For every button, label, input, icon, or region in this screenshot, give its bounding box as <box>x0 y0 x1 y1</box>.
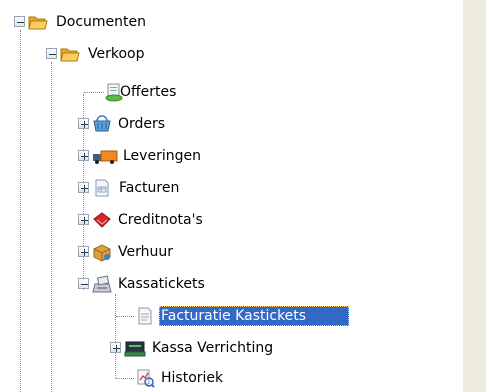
rental-box-icon <box>92 242 112 262</box>
tree-node-orders[interactable]: Orders <box>0 112 230 136</box>
tree-node-label: Kassatickets <box>118 276 205 292</box>
tree-node-label: Verkoop <box>88 46 145 62</box>
expand-toggle[interactable] <box>78 182 89 193</box>
tree-node-verhuur[interactable]: Verhuur <box>0 240 230 264</box>
tree-node-label: Facturatie Kastickets <box>159 306 349 326</box>
expand-toggle[interactable] <box>110 342 121 353</box>
history-chart-icon <box>135 368 155 388</box>
tree-node-leveringen[interactable]: Leveringen <box>0 144 230 168</box>
side-panel <box>463 0 486 392</box>
tree-node-facturen[interactable]: Facturen <box>0 176 230 200</box>
tree-node-facturatie-kastickets[interactable]: Facturatie Kastickets <box>0 304 360 328</box>
tree-node-label: Creditnota's <box>118 212 203 228</box>
collapse-toggle[interactable] <box>46 48 57 59</box>
invoice-document-icon <box>92 178 112 198</box>
credit-note-icon <box>92 210 112 230</box>
tree-node-label: Kassa Verrichting <box>152 340 274 356</box>
tree-node-label: Historiek <box>161 370 224 386</box>
expand-toggle[interactable] <box>78 118 89 129</box>
tree-node-label: Orders <box>118 116 166 132</box>
expand-toggle[interactable] <box>78 214 89 225</box>
document-tree-view: Documenten Verkoop Offertes Orders Lever… <box>0 0 486 392</box>
tree-node-kassatickets[interactable]: Kassatickets <box>0 272 230 296</box>
expand-toggle[interactable] <box>78 150 89 161</box>
cash-register-icon <box>92 274 112 294</box>
expand-toggle[interactable] <box>78 246 89 257</box>
document-icon <box>135 306 155 326</box>
open-folder-icon <box>60 44 80 64</box>
tree-node-label: Facturen <box>119 180 180 196</box>
tree-node-historiek[interactable]: Historiek <box>0 366 260 390</box>
tree-node-label: Documenten <box>56 14 147 30</box>
collapse-toggle[interactable] <box>14 16 25 27</box>
tree-node-label: Leveringen <box>123 148 201 164</box>
collapse-toggle[interactable] <box>78 278 89 289</box>
tree-node-label: Offertes <box>120 84 177 100</box>
tree-node-label: Verhuur <box>118 244 173 260</box>
delivery-truck-icon <box>92 146 118 166</box>
basket-icon <box>92 114 112 134</box>
tree-node-documenten[interactable]: Documenten <box>0 10 220 34</box>
tree-node-kassa-verrichting[interactable]: Kassa Verrichting <box>0 336 273 360</box>
cash-drawer-icon <box>124 338 146 358</box>
tree-node-verkoop[interactable]: Verkoop <box>0 42 220 66</box>
tree-node-creditnotas[interactable]: Creditnota's <box>0 208 230 232</box>
tree-node-offertes[interactable]: Offertes <box>0 80 230 104</box>
open-folder-icon <box>28 12 48 32</box>
